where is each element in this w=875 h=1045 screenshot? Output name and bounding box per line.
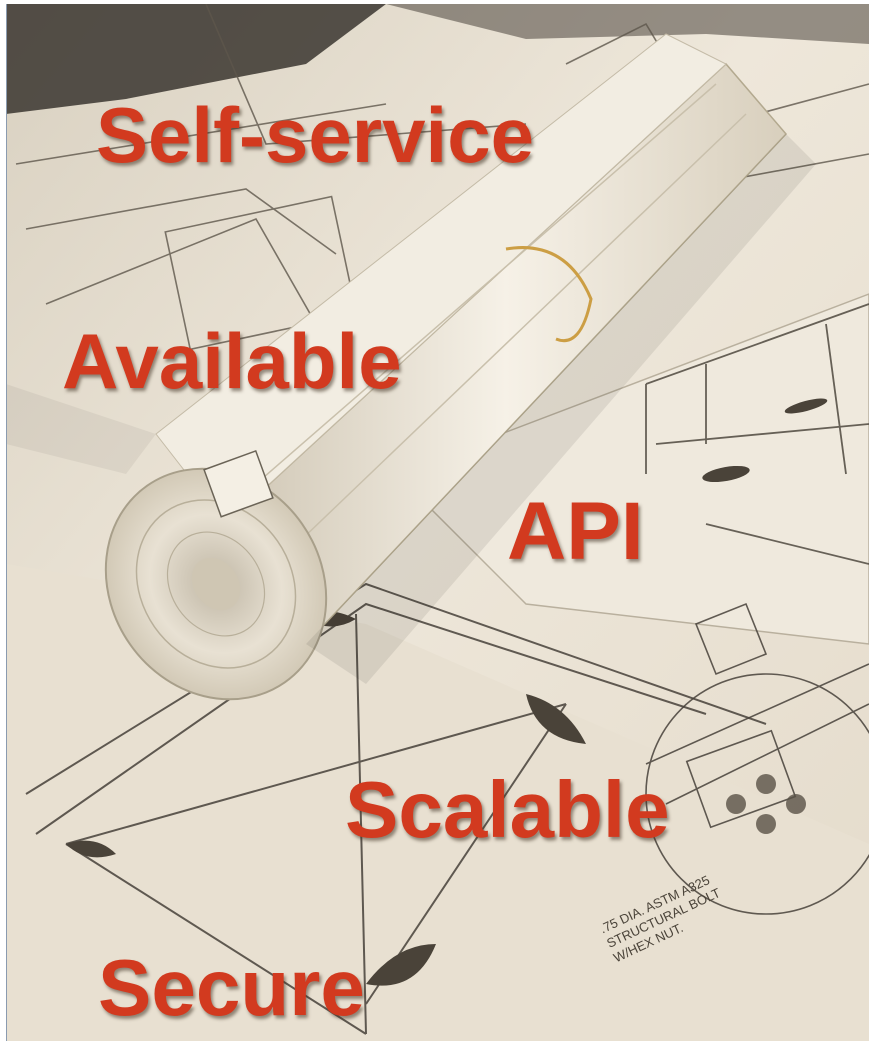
word-api: API xyxy=(507,486,644,577)
word-available: Available xyxy=(62,317,402,405)
left-border xyxy=(6,4,7,1041)
slide-canvas: .75 DIA. ASTM A325 STRUCTURAL BOLT W/HEX… xyxy=(0,0,875,1045)
word-scalable: Scalable xyxy=(345,765,670,854)
word-self-service: Self-service xyxy=(96,91,534,179)
word-secure: Secure xyxy=(98,943,365,1032)
